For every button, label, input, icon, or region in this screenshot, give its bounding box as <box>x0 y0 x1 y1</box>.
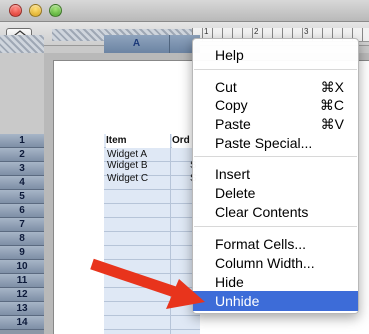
cell-header-item[interactable]: Item <box>106 134 170 148</box>
row-header[interactable]: 5 <box>0 190 44 204</box>
menu-item-help[interactable]: Help <box>193 45 358 65</box>
menu-item-insert[interactable]: Insert <box>193 164 358 184</box>
menu-item-label: Unhide <box>215 293 260 309</box>
row-header[interactable]: 8 <box>0 232 44 246</box>
menu-item-unhide[interactable]: Unhide <box>193 291 358 311</box>
menu-item-label: Column Width... <box>215 255 315 271</box>
menu-item-label: Copy <box>215 97 248 113</box>
close-button[interactable] <box>9 4 22 17</box>
row-header[interactable]: 13 <box>0 302 44 316</box>
menu-item-delete[interactable]: Delete <box>193 183 358 203</box>
row-header[interactable]: 9 <box>0 246 44 260</box>
menu-item-label: Paste Special... <box>215 135 313 151</box>
row-header[interactable]: 14 <box>0 316 44 330</box>
menu-item-paste[interactable]: Paste ⌘V <box>193 114 358 134</box>
row-header[interactable]: 10 <box>0 260 44 274</box>
menu-item-label: Hide <box>215 274 244 290</box>
menu-item-cut[interactable]: Cut ⌘X <box>193 77 358 97</box>
menu-item-hide[interactable]: Hide <box>193 272 358 292</box>
menu-separator <box>194 69 357 70</box>
menu-item-label: Format Cells... <box>215 236 307 252</box>
shortcut-label: ⌘V <box>320 116 344 132</box>
minimize-button[interactable] <box>29 4 42 17</box>
menu-item-label: Cut <box>215 79 237 95</box>
zoom-button[interactable] <box>49 4 62 17</box>
row-header[interactable]: 7 <box>0 218 44 232</box>
menu-item-column-width[interactable]: Column Width... <box>193 253 358 273</box>
title-bar <box>0 0 369 22</box>
column-divider <box>170 134 171 334</box>
row-header[interactable]: 4 <box>0 176 44 190</box>
shortcut-label: ⌘X <box>320 79 344 95</box>
row-headers: 1 2 3 4 5 6 7 8 9 10 11 12 13 14 <box>0 134 44 334</box>
menu-item-copy[interactable]: Copy ⌘C <box>193 95 358 115</box>
cell-item[interactable]: Widget B <box>107 159 148 173</box>
menu-item-label: Paste <box>215 116 251 132</box>
row-header[interactable]: 3 <box>0 162 44 176</box>
menu-item-label: Delete <box>215 185 256 201</box>
cell-item[interactable]: Widget C <box>107 172 148 186</box>
row-header[interactable]: 2 <box>0 148 44 162</box>
menu-item-label: Help <box>215 47 244 63</box>
column-header-a[interactable]: A <box>104 35 170 53</box>
select-all-corner[interactable] <box>0 35 44 53</box>
menu-item-paste-special[interactable]: Paste Special... <box>193 133 358 153</box>
context-menu: Help Cut ⌘X Copy ⌘C Paste ⌘V Paste Special.… <box>192 38 359 314</box>
shortcut-label: ⌘C <box>319 97 344 113</box>
row-header[interactable]: 1 <box>0 134 44 148</box>
row-header[interactable]: 6 <box>0 204 44 218</box>
menu-item-label: Insert <box>215 166 251 182</box>
row-header[interactable]: 12 <box>0 288 44 302</box>
menu-separator <box>194 156 357 157</box>
menu-item-clear-contents[interactable]: Clear Contents <box>193 202 358 222</box>
menu-item-label: Clear Contents <box>215 204 309 220</box>
row-header[interactable]: 11 <box>0 274 44 288</box>
menu-item-format-cells[interactable]: Format Cells... <box>193 234 358 254</box>
menu-separator <box>194 226 357 227</box>
